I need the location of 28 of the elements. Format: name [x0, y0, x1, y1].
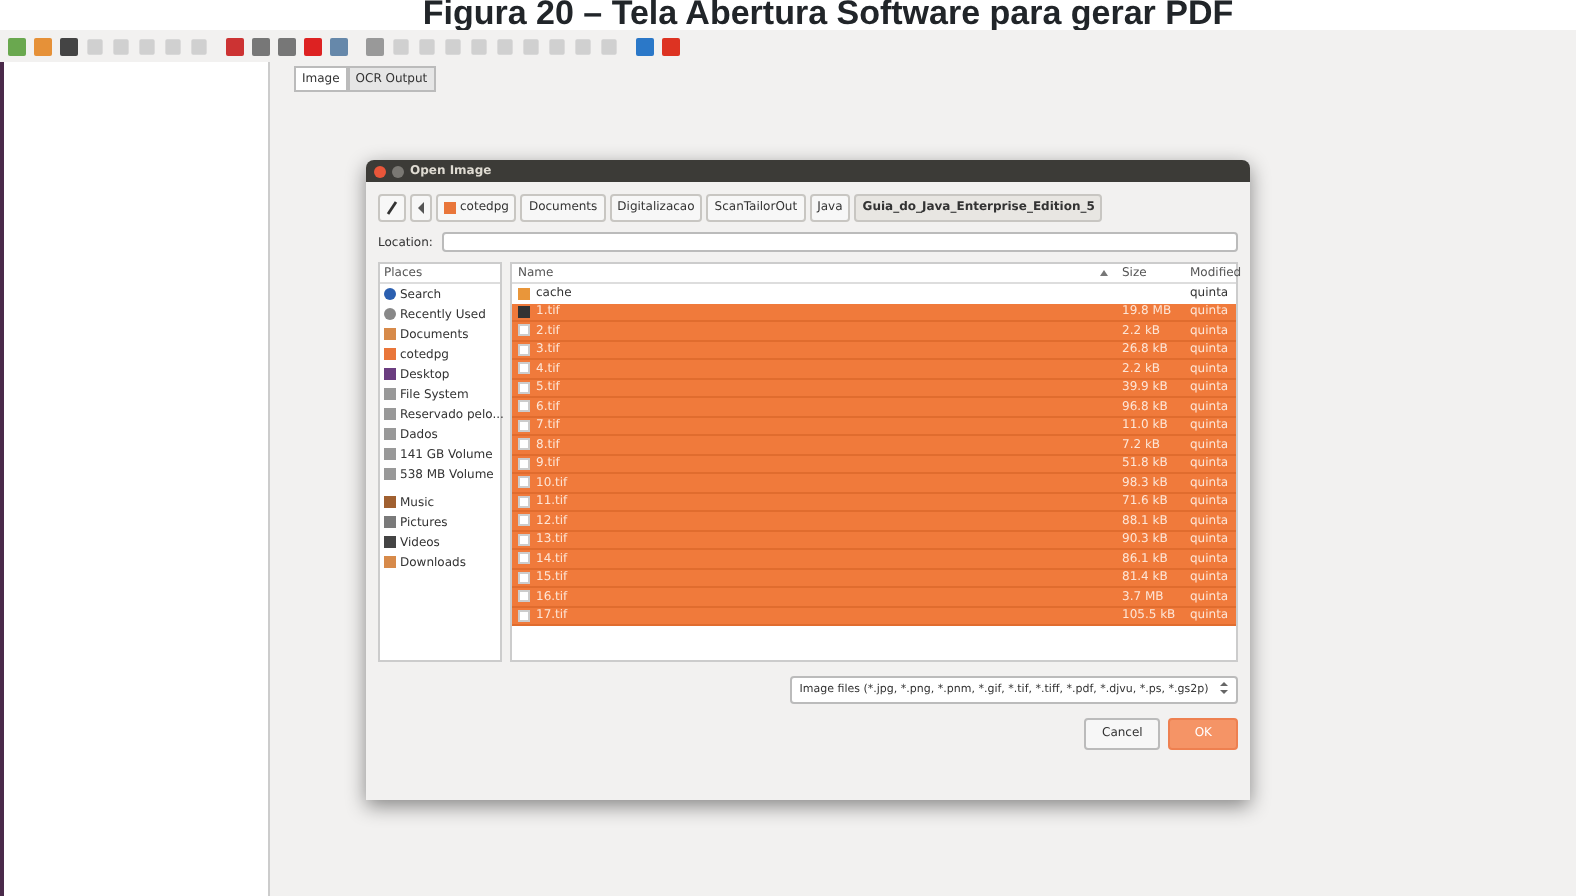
edit-button[interactable]	[378, 194, 406, 222]
music-folder-icon	[384, 496, 396, 508]
home-folder-icon	[384, 348, 396, 360]
desktop-icon	[384, 368, 396, 380]
close-icon[interactable]	[374, 165, 386, 177]
toolbar-icon[interactable]	[304, 37, 322, 55]
toolbar-icon[interactable]	[226, 37, 244, 55]
minimize-icon[interactable]	[392, 165, 404, 177]
videos-folder-icon	[384, 536, 396, 548]
toolbar-icon[interactable]	[60, 37, 78, 55]
clock-icon	[384, 308, 396, 320]
location-field[interactable]	[442, 232, 1238, 252]
sort-arrow-icon	[1100, 270, 1108, 276]
toolbar-icon[interactable]	[278, 37, 296, 55]
home-folder-icon	[444, 202, 456, 214]
pictures-folder-icon	[384, 516, 396, 528]
back-button[interactable]	[410, 194, 432, 222]
toolbar-icon[interactable]	[636, 37, 654, 55]
left-arrow-icon	[418, 200, 424, 216]
toolbar-icon[interactable]	[662, 37, 680, 55]
folder-icon	[518, 287, 530, 300]
pencil-icon	[386, 200, 398, 216]
folder-icon	[384, 328, 396, 340]
search-icon	[384, 288, 396, 300]
toolbar-icon[interactable]	[252, 37, 270, 55]
folder-icon	[384, 556, 396, 568]
dropdown-arrow-icon	[1220, 684, 1228, 696]
figure-caption: Figura 20 – Tela Abertura Software para gerar PDF	[420, 0, 1236, 30]
